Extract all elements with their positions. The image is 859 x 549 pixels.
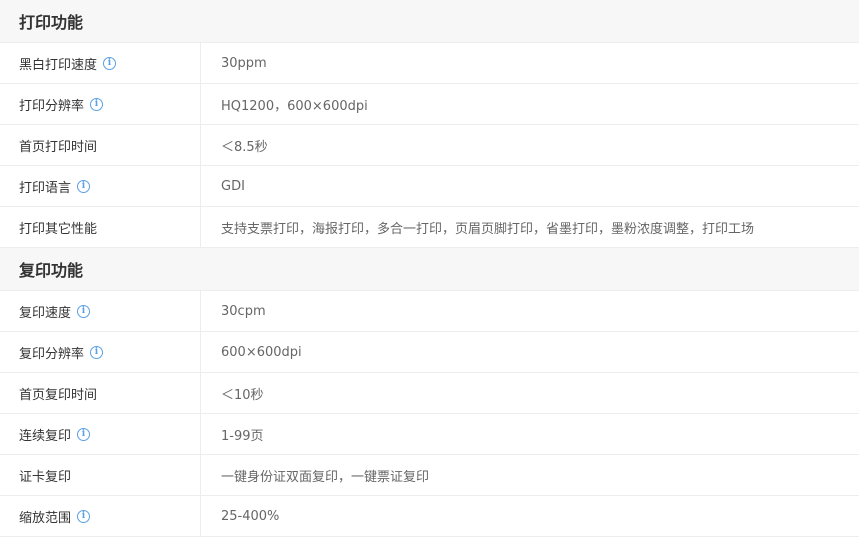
spec-row: 连续复印 i 1-99页 — [0, 414, 859, 455]
spec-value: 600×600dpi — [221, 344, 302, 360]
spec-row: 打印其它性能 支持支票打印，海报打印，多合一打印，页眉页脚打印，省墨打印，墨粉浓… — [0, 207, 859, 248]
section-header-copy: 复印功能 — [0, 248, 859, 291]
spec-label: 首页复印时间 — [0, 373, 201, 413]
spec-row: 证卡复印 一键身份证双面复印，一键票证复印 — [0, 455, 859, 496]
spec-row: 复印分辨率 i 600×600dpi — [0, 332, 859, 373]
spec-label: 复印分辨率 i — [0, 332, 201, 372]
section-title: 打印功能 — [19, 13, 84, 32]
spec-row: 首页复印时间 ＜10秒 — [0, 373, 859, 414]
spec-value: 支持支票打印，海报打印，多合一打印，页眉页脚打印，省墨打印，墨粉浓度调整，打印工… — [221, 221, 755, 237]
spec-table: 打印功能 黑白打印速度 i 30ppm 打印分辨率 i HQ1200，600×600… — [0, 0, 859, 537]
spec-value: 30cpm — [221, 303, 266, 319]
spec-value: ＜8.5秒 — [221, 139, 268, 155]
spec-row: 打印语言 i GDI — [0, 166, 859, 207]
section-header-print: 打印功能 — [0, 0, 859, 43]
info-icon[interactable]: i — [77, 179, 91, 193]
spec-label: 缩放范围 i — [0, 496, 201, 536]
spec-row: 黑白打印速度 i 30ppm — [0, 43, 859, 84]
spec-row: 缩放范围 i 25-400% — [0, 496, 859, 537]
info-icon[interactable]: i — [103, 56, 117, 70]
info-icon[interactable]: i — [90, 97, 104, 111]
spec-row: 复印速度 i 30cpm — [0, 291, 859, 332]
spec-value: HQ1200，600×600dpi — [221, 98, 368, 114]
spec-value: ＜10秒 — [221, 387, 264, 403]
info-icon[interactable]: i — [77, 509, 91, 523]
spec-value: 30ppm — [221, 55, 267, 71]
spec-label: 连续复印 i — [0, 414, 201, 454]
spec-value: 25-400% — [221, 508, 280, 524]
spec-value: 1-99页 — [221, 428, 264, 444]
info-icon[interactable]: i — [77, 304, 91, 318]
spec-label: 首页打印时间 — [0, 125, 201, 165]
spec-label: 黑白打印速度 i — [0, 43, 201, 83]
spec-label: 打印语言 i — [0, 166, 201, 206]
spec-label: 打印其它性能 — [0, 207, 201, 247]
spec-label: 打印分辨率 i — [0, 84, 201, 124]
spec-label: 复印速度 i — [0, 291, 201, 331]
spec-row: 首页打印时间 ＜8.5秒 — [0, 125, 859, 166]
section-title: 复印功能 — [19, 261, 84, 280]
spec-label: 证卡复印 — [0, 455, 201, 495]
spec-value: 一键身份证双面复印，一键票证复印 — [221, 469, 430, 485]
spec-value: GDI — [221, 178, 245, 194]
spec-row: 打印分辨率 i HQ1200，600×600dpi — [0, 84, 859, 125]
info-icon[interactable]: i — [77, 427, 91, 441]
info-icon[interactable]: i — [90, 345, 104, 359]
